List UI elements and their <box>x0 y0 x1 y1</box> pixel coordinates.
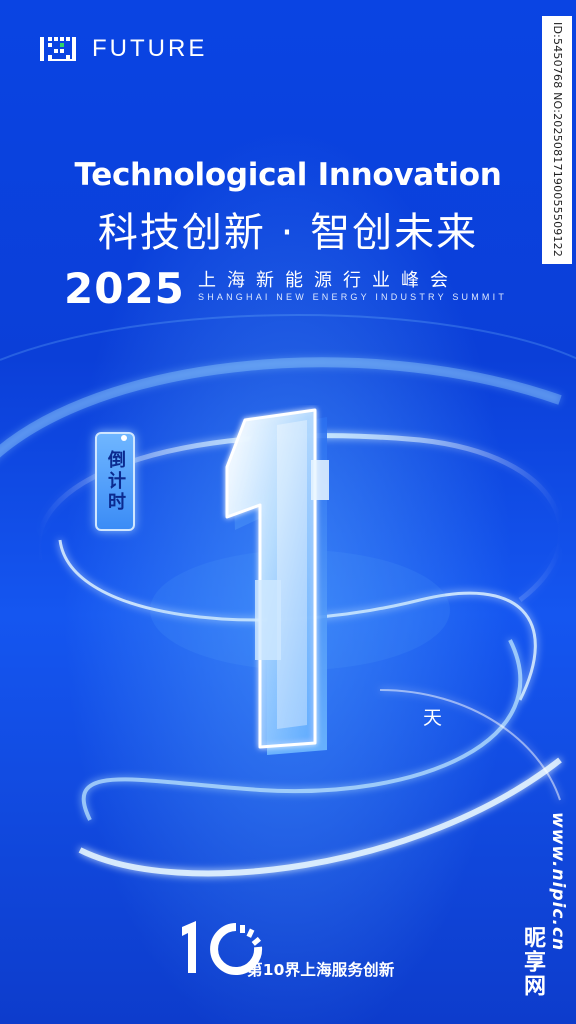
countdown-badge: 倒计时 <box>95 432 135 531</box>
headline-chinese: 科技创新 · 智创未来 <box>97 210 479 256</box>
headline-english: Technological Innovation <box>74 157 502 193</box>
edition-text: 第10界上海服务创新 <box>247 961 395 979</box>
pixel-grid-logo-icon <box>40 37 76 61</box>
poster: FUTURE ID:5450768 NO:2025081719005550912… <box>0 0 576 1024</box>
countdown-unit: 天 <box>423 707 443 729</box>
event-name-chinese: 上海新能源行业峰会 <box>198 270 459 291</box>
event-name-english: SHANGHAI NEW ENERGY INDUSTRY SUMMIT <box>198 292 508 302</box>
site-brand-watermark: 昵享网 <box>520 926 545 998</box>
event-year: 2025 <box>64 264 185 313</box>
countdown-number-graphic: 1 <box>225 408 329 755</box>
badge-dot-decoration <box>121 435 127 441</box>
site-url-watermark: www.nipic.cn <box>548 812 568 952</box>
brand-logo: FUTURE <box>40 35 207 63</box>
logo-text: FUTURE <box>92 35 208 62</box>
